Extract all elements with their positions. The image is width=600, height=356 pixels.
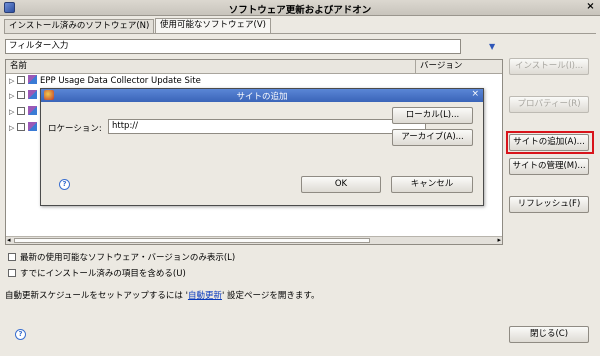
column-header-name[interactable]: 名前 bbox=[6, 60, 416, 74]
ok-button[interactable]: OK bbox=[301, 176, 381, 193]
row-name: EPP Usage Data Collector Update Site bbox=[40, 76, 201, 86]
archive-button[interactable]: アーカイブ(A)... bbox=[392, 129, 473, 146]
properties-button[interactable]: プロパティー(R) bbox=[509, 96, 589, 113]
include-installed-checkbox[interactable] bbox=[8, 269, 16, 277]
filter-input[interactable]: フィルター入力 bbox=[5, 39, 461, 54]
scroll-right-icon[interactable]: ▸ bbox=[497, 236, 501, 244]
row-checkbox[interactable] bbox=[17, 107, 25, 115]
manage-sites-button[interactable]: サイトの管理(M)... bbox=[509, 158, 589, 175]
local-button[interactable]: ローカル(L)... bbox=[392, 107, 473, 124]
horizontal-scrollbar[interactable]: ◂ ▸ bbox=[6, 236, 502, 244]
dialog-close-icon[interactable]: × bbox=[471, 89, 479, 99]
scroll-left-icon[interactable]: ◂ bbox=[7, 236, 11, 244]
dialog-title: サイトの追加 bbox=[236, 92, 288, 102]
table-row[interactable]: ▷ bbox=[9, 106, 40, 119]
help-icon[interactable]: ? bbox=[15, 329, 26, 340]
close-button[interactable]: 閉じる(C) bbox=[509, 326, 589, 343]
filter-dropdown-icon[interactable]: ▼ bbox=[489, 42, 495, 51]
update-site-icon bbox=[28, 122, 37, 131]
dialog-title-bar: サイトの追加 × bbox=[41, 89, 483, 102]
auto-update-link[interactable]: 自動更新 bbox=[188, 291, 222, 301]
expand-icon[interactable]: ▷ bbox=[9, 122, 17, 135]
latest-only-checkbox[interactable] bbox=[8, 253, 16, 261]
latest-only-label: 最新の使用可能なソフトウェア・バージョンのみ表示(L) bbox=[20, 253, 236, 263]
refresh-button[interactable]: リフレッシュ(F) bbox=[509, 196, 589, 213]
table-row[interactable]: ▷ bbox=[9, 122, 40, 135]
install-button[interactable]: インストール(I)... bbox=[509, 58, 589, 75]
column-header-version[interactable]: バージョン bbox=[416, 60, 502, 74]
expand-icon[interactable]: ▷ bbox=[9, 106, 17, 119]
tab-available-software[interactable]: 使用可能なソフトウェア(V) bbox=[155, 18, 271, 34]
row-checkbox[interactable] bbox=[17, 123, 25, 131]
expand-icon[interactable]: ▷ bbox=[9, 75, 17, 88]
row-checkbox[interactable] bbox=[17, 76, 25, 84]
update-site-icon bbox=[28, 90, 37, 99]
dialog-help-icon[interactable]: ? bbox=[59, 179, 70, 190]
add-site-dialog: サイトの追加 × ロケーション: http:// ローカル(L)... アーカイ… bbox=[40, 88, 484, 206]
include-installed-label: すでにインストール済みの項目を含める(U) bbox=[20, 269, 186, 279]
include-installed-option[interactable]: すでにインストール済みの項目を含める(U) bbox=[8, 268, 186, 280]
location-label: ロケーション: bbox=[48, 124, 102, 134]
table-row[interactable]: ▷ EPP Usage Data Collector Update Site bbox=[9, 75, 201, 88]
row-checkbox[interactable] bbox=[17, 91, 25, 99]
window-title: ソフトウェア更新およびアドオン bbox=[228, 5, 372, 16]
table-row[interactable]: ▷ bbox=[9, 90, 40, 103]
latest-only-option[interactable]: 最新の使用可能なソフトウェア・バージョンのみ表示(L) bbox=[8, 252, 235, 264]
auto-update-suffix: ' 設定ページを開きます。 bbox=[221, 291, 320, 301]
auto-update-text: 自動更新スケジュールをセットアップするには '自動更新' 設定ページを開きます。 bbox=[5, 289, 320, 301]
location-input[interactable]: http:// bbox=[108, 119, 426, 134]
window-close-button[interactable]: × bbox=[585, 2, 596, 13]
cancel-button[interactable]: キャンセル bbox=[391, 176, 473, 193]
tab-panel-border bbox=[4, 33, 596, 34]
auto-update-prefix: 自動更新スケジュールをセットアップするには ' bbox=[5, 291, 188, 301]
update-site-icon bbox=[28, 75, 37, 84]
tab-installed-software[interactable]: インストール済みのソフトウェア(N) bbox=[4, 19, 155, 33]
update-site-icon bbox=[28, 106, 37, 115]
scrollbar-thumb[interactable] bbox=[14, 238, 370, 243]
add-site-button[interactable]: サイトの追加(A)... bbox=[509, 134, 589, 151]
expand-icon[interactable]: ▷ bbox=[9, 90, 17, 103]
title-bar: ソフトウェア更新およびアドオン × bbox=[0, 0, 600, 16]
